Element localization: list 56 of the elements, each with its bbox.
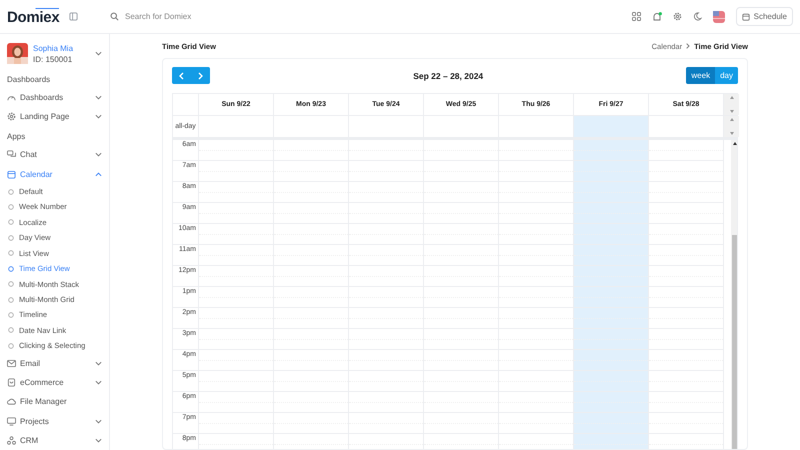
previous-button[interactable] [172,67,191,84]
search-icon [110,12,119,21]
dot-icon [8,342,14,349]
sidebar-toggle-icon[interactable] [69,12,78,21]
dot-icon [8,234,14,241]
calendar-icon [7,170,16,179]
chat-icon [7,150,16,160]
scroll-down-icon[interactable] [730,110,734,113]
search-field[interactable]: Search for Domiex [123,11,277,22]
dot-icon [8,188,14,195]
mail-icon [7,358,16,368]
settings-icon[interactable] [672,12,682,21]
chevron-down-icon[interactable] [95,51,102,56]
section-label: Apps [7,131,26,144]
dot-icon [8,266,14,272]
chevron-right-icon [198,72,203,80]
scroll-up-icon[interactable] [733,142,737,145]
dot-icon [8,296,14,303]
apps-grid-icon[interactable] [632,12,641,21]
menu-item[interactable]: Chat [7,145,102,165]
flag-icon[interactable] [712,10,725,22]
dot-icon [8,281,14,288]
schedule-button[interactable]: Schedule [736,7,793,26]
dot-icon [8,204,14,210]
dot-icon [8,250,14,256]
menu-item[interactable]: eCommerce [7,372,102,392]
calendar-icon [742,12,750,20]
menu-item[interactable]: CRM [7,430,102,450]
menu-item[interactable]: Email [7,354,102,373]
gear-icon [7,112,16,122]
view-button[interactable]: week [686,67,716,84]
bag-icon [7,378,16,387]
dot-icon [8,219,14,226]
logo[interactable]: Domiex [7,8,60,26]
scroll-down-icon[interactable] [730,132,734,135]
bell-icon[interactable] [652,12,662,22]
moon-icon[interactable] [692,12,702,21]
menu-item[interactable]: File Manager [7,392,102,412]
people-icon [7,436,16,445]
user-name[interactable]: Sophia Mia [33,44,90,53]
monitor-icon [7,416,16,426]
next-button[interactable] [191,67,210,84]
scrollbar-thumb[interactable] [732,235,737,449]
dot-icon [8,312,14,318]
menu-item[interactable]: Projects [7,411,102,431]
dot-icon [8,327,14,334]
calendar-title: Sep 22 – 28, 2024 [413,70,484,80]
chevron-right-icon [686,43,690,49]
chevron-left-icon [179,72,184,80]
cloud-icon [7,397,16,406]
user-id: ID: 150001 [33,54,74,64]
scrollbar[interactable] [731,140,737,449]
section-label: Dashboards [7,74,52,86]
menu-item[interactable]: Calendar [7,164,102,184]
menu-item[interactable]: Dashboards [7,88,102,107]
menu-item[interactable]: Landing Page [7,106,102,126]
